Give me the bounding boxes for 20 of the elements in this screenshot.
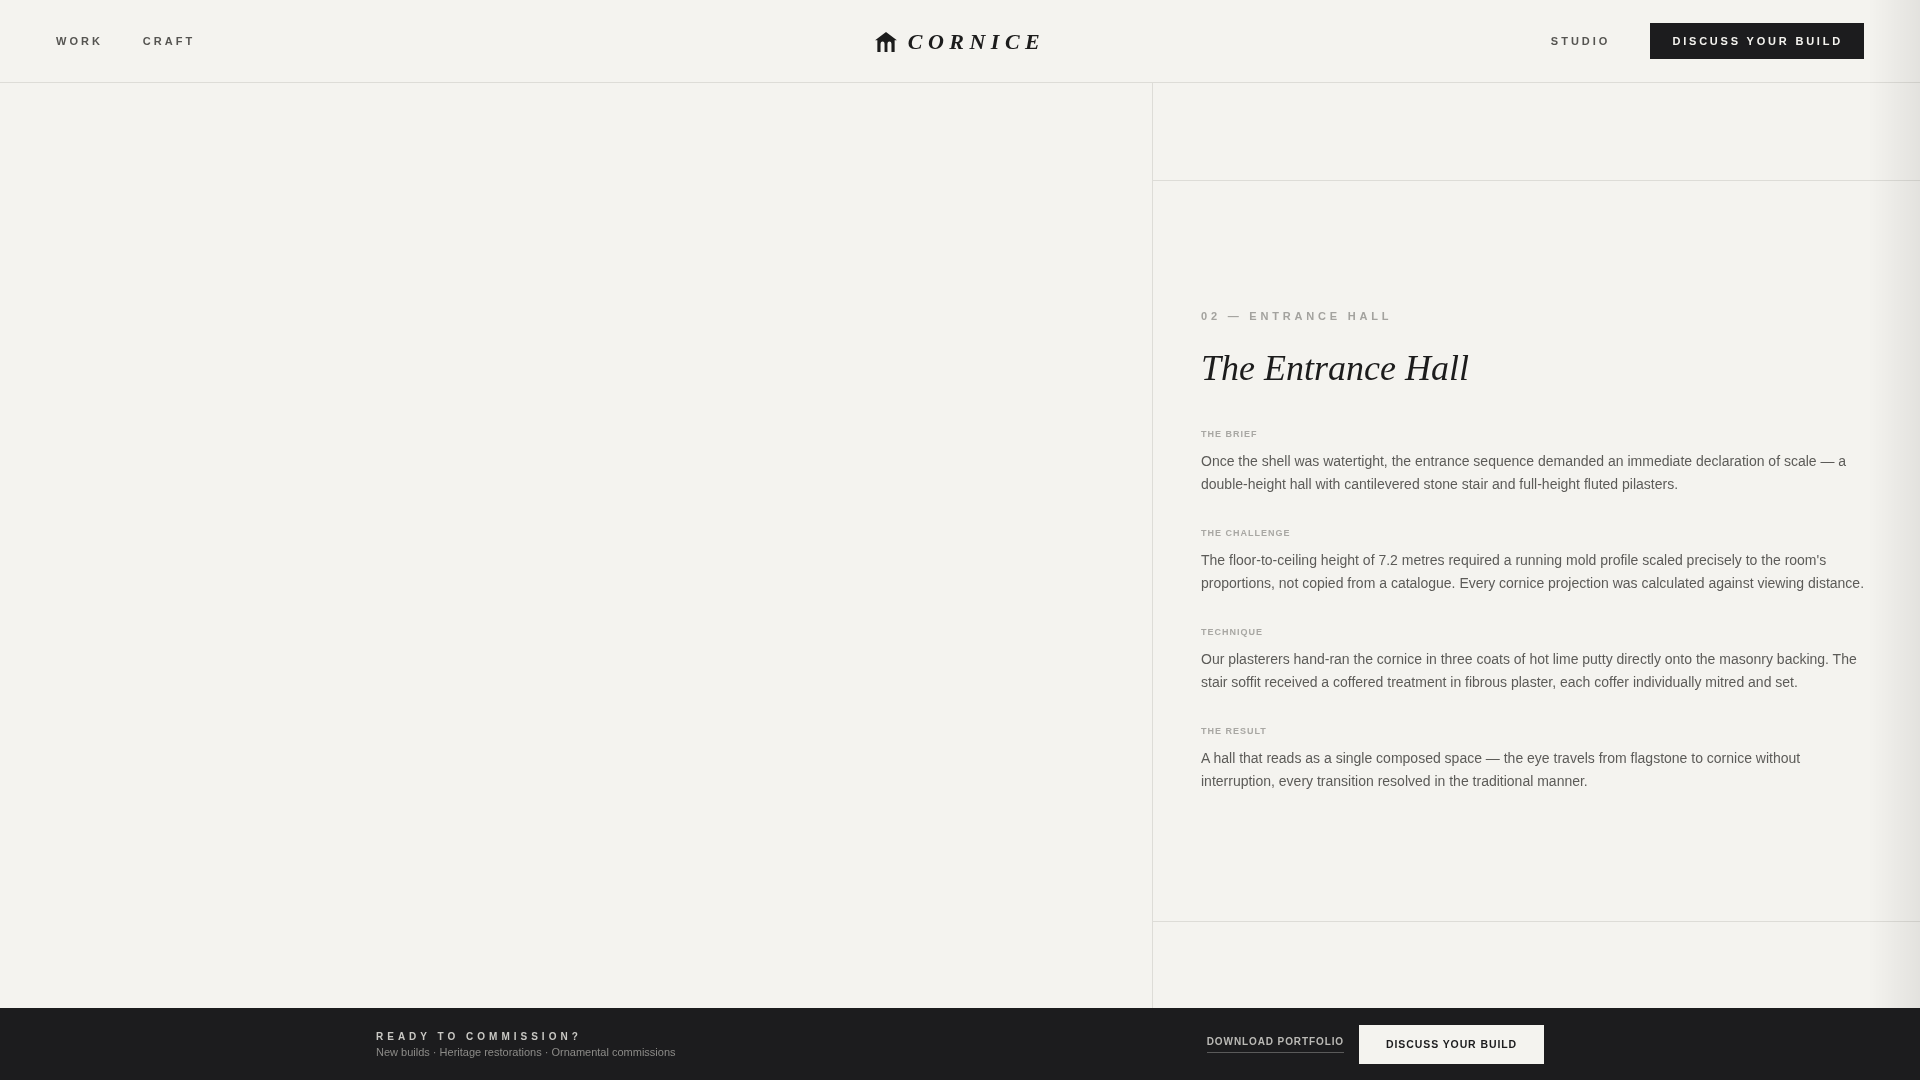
section-label: THE CHALLENGE [1201, 527, 1292, 539]
section-paragraph: Once the shell was watertight, the entrance sequence demanded an immediate declaration of scale — a double-height hall with cantilevered stone stair and full-height fluted pilasters. [1201, 452, 1848, 494]
house-icon [874, 32, 897, 52]
discuss-build-button[interactable]: DISCUSS YOUR BUILD [1650, 23, 1864, 59]
project-title: The Entrance Hall [1201, 347, 1470, 390]
download-portfolio-link[interactable]: DOWNLOAD PORTFOLIO [1206, 1035, 1345, 1053]
section-paragraph: The floor-to-ceiling height of 7.2 metres required a running mold profile scaled precisely to the room's proportions, not copied from a catalogue. Every cornice projection was calculated against viewing distance. [1201, 551, 1866, 593]
section-paragraph: A hall that reads as a single composed space — the eye travels from flagstone to cornice without interruption, every transition resolved in the traditional manner. [1201, 749, 1802, 791]
footer-subtitle: New builds · Heritage restorations · Ornamental commissions [376, 1045, 676, 1059]
section-label: THE BRIEF [1201, 428, 1259, 440]
footer-heading: READY TO COMMISSION? [376, 1029, 583, 1043]
discuss-build-button[interactable]: DISCUSS YOUR BUILD [1359, 1024, 1544, 1064]
nav-link[interactable]: CRAFT [142, 34, 196, 48]
nav-link[interactable]: STUDIO [1550, 34, 1611, 48]
section-paragraph: Our plasterers hand-ran the cornice in three coats of hot lime putty directly onto the masonry backing. The stair soffit received a coffered treatment in fibrous plaster, each coffer individually mitred and set. [1201, 650, 1858, 692]
section-label: THE RESULT [1201, 725, 1268, 737]
section-eyebrow: 02 — ENTRANCE HALL [1201, 309, 1394, 323]
logo-wordmark[interactable]: CORNICE [907, 29, 1046, 55]
section-label: TECHNIQUE [1201, 626, 1264, 638]
nav-link[interactable]: WORK [56, 34, 103, 48]
